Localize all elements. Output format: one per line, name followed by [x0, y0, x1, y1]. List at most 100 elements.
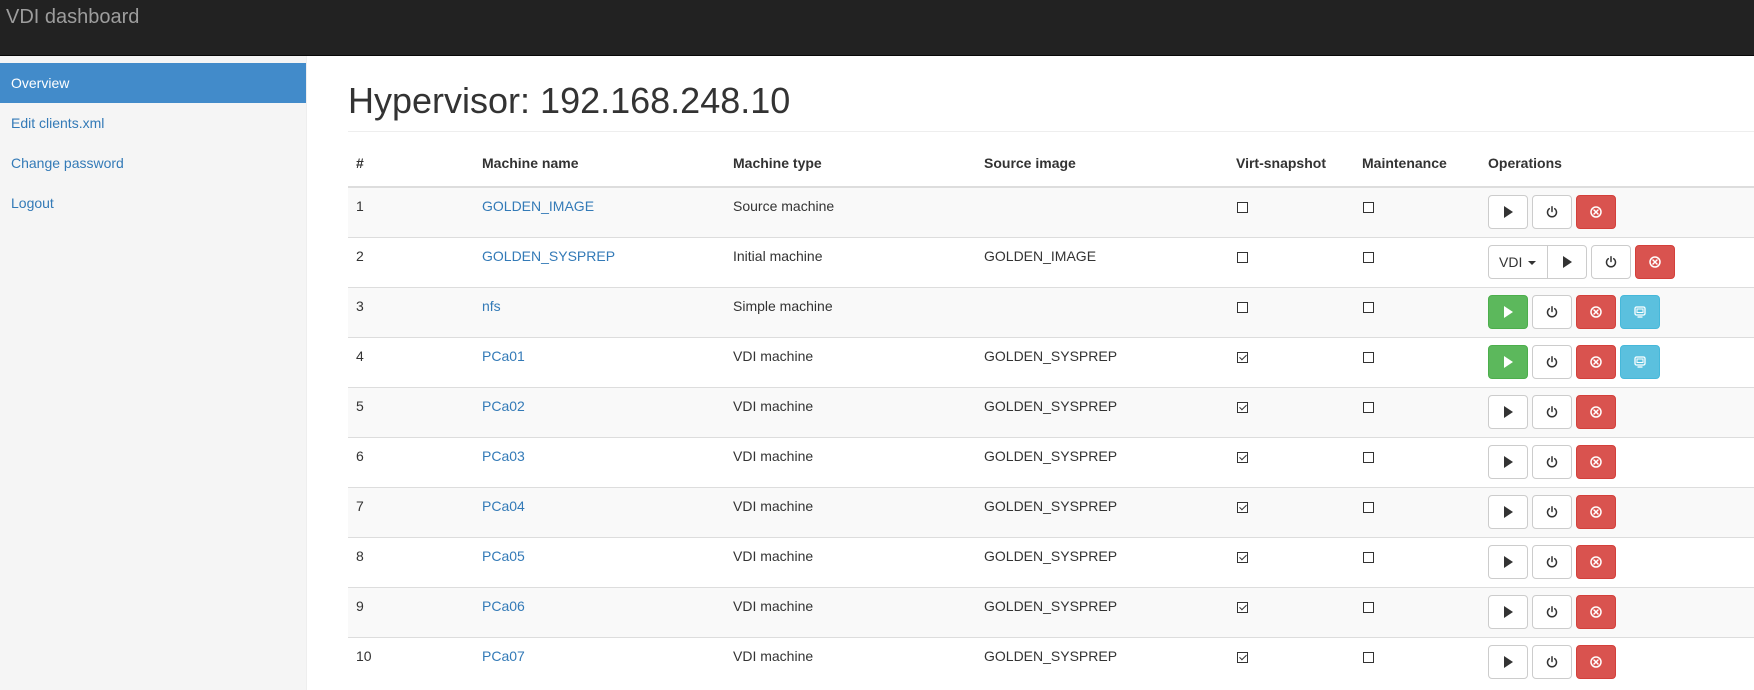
machine-name-link[interactable]: PCa02 — [482, 398, 525, 414]
row-number: 3 — [348, 286, 474, 337]
machine-type-dropdown[interactable]: VDI — [1488, 244, 1548, 279]
machine-name-link[interactable]: GOLDEN_SYSPREP — [482, 248, 615, 264]
shutdown-button[interactable] — [1591, 244, 1631, 279]
console-button[interactable] — [1620, 294, 1660, 329]
machine-name-link[interactable]: PCa03 — [482, 448, 525, 464]
start-button[interactable] — [1488, 494, 1528, 529]
page-title: Hypervisor: 192.168.248.10 — [348, 80, 791, 121]
virt-snapshot-checkbox[interactable] — [1237, 351, 1248, 363]
destroy-button[interactable] — [1576, 544, 1616, 579]
operations-group: VDI — [1488, 244, 1754, 279]
operations-group — [1488, 195, 1754, 229]
console-button[interactable] — [1620, 344, 1660, 379]
table-row: 1 GOLDEN_IMAGE Source machine — [348, 186, 1754, 237]
column-header-maintenance: Maintenance — [1354, 140, 1480, 188]
maintenance-cell — [1354, 236, 1480, 287]
destroy-button[interactable] — [1576, 444, 1616, 479]
machine-name-cell: PCa04 — [474, 486, 725, 537]
machine-name-link[interactable]: PCa04 — [482, 498, 525, 514]
maintenance-checkbox[interactable] — [1363, 251, 1374, 263]
row-number: 7 — [348, 486, 474, 537]
maintenance-checkbox[interactable] — [1363, 351, 1374, 363]
maintenance-checkbox[interactable] — [1363, 651, 1374, 663]
maintenance-cell — [1354, 536, 1480, 587]
start-button[interactable] — [1547, 244, 1587, 279]
destroy-button[interactable] — [1576, 644, 1616, 679]
shutdown-button[interactable] — [1532, 544, 1572, 579]
source-image-cell: GOLDEN_SYSPREP — [976, 436, 1228, 487]
table-row: 6 PCa03 VDI machine GOLDEN_SYSPREP — [348, 436, 1754, 487]
sidebar-item-logout[interactable]: Logout — [0, 183, 306, 223]
sidebar-item-edit-clients[interactable]: Edit clients.xml — [0, 103, 306, 143]
virt-snapshot-checkbox[interactable] — [1237, 501, 1248, 513]
maintenance-cell — [1354, 486, 1480, 537]
machines-table: # Machine name Machine type Source image… — [348, 140, 1754, 687]
start-button[interactable] — [1488, 594, 1528, 629]
brand-title[interactable]: VDI dashboard — [6, 7, 139, 27]
virt-snapshot-checkbox[interactable] — [1237, 202, 1248, 213]
virt-snapshot-cell — [1228, 336, 1354, 387]
row-number: 1 — [348, 186, 474, 237]
shutdown-button[interactable] — [1532, 294, 1572, 329]
virt-snapshot-checkbox[interactable] — [1237, 651, 1248, 663]
source-image-cell: GOLDEN_SYSPREP — [976, 386, 1228, 437]
operations-group — [1488, 444, 1754, 479]
machine-name-cell: PCa02 — [474, 386, 725, 437]
maintenance-checkbox[interactable] — [1363, 401, 1374, 413]
machine-type-cell: Source machine — [725, 186, 976, 237]
shutdown-button[interactable] — [1532, 644, 1572, 679]
machine-name-link[interactable]: nfs — [482, 298, 501, 314]
operations-group — [1488, 544, 1754, 579]
maintenance-cell — [1354, 186, 1480, 237]
virt-snapshot-checkbox[interactable] — [1237, 251, 1248, 263]
start-button[interactable] — [1488, 195, 1528, 229]
machine-name-link[interactable]: PCa05 — [482, 548, 525, 564]
destroy-button[interactable] — [1576, 394, 1616, 429]
title-divider — [348, 131, 1754, 132]
shutdown-button[interactable] — [1532, 494, 1572, 529]
table-row: 10 PCa07 VDI machine GOLDEN_SYSPREP — [348, 636, 1754, 687]
sidebar-item-change-password[interactable]: Change password — [0, 143, 306, 183]
start-button[interactable] — [1488, 394, 1528, 429]
maintenance-checkbox[interactable] — [1363, 451, 1374, 463]
table-row: 7 PCa04 VDI machine GOLDEN_SYSPREP — [348, 486, 1754, 537]
maintenance-checkbox[interactable] — [1363, 301, 1374, 313]
machine-name-link[interactable]: PCa07 — [482, 648, 525, 664]
virt-snapshot-checkbox[interactable] — [1237, 601, 1248, 613]
maintenance-checkbox[interactable] — [1363, 501, 1374, 513]
destroy-button[interactable] — [1576, 195, 1616, 229]
virt-snapshot-checkbox[interactable] — [1237, 551, 1248, 563]
destroy-button[interactable] — [1576, 594, 1616, 629]
machine-type-cell: VDI machine — [725, 636, 976, 687]
destroy-button[interactable] — [1576, 344, 1616, 379]
shutdown-button[interactable] — [1532, 594, 1572, 629]
maintenance-checkbox[interactable] — [1363, 202, 1374, 213]
virt-snapshot-cell — [1228, 586, 1354, 637]
machine-name-link[interactable]: PCa01 — [482, 348, 525, 364]
table-row: 2 GOLDEN_SYSPREP Initial machine GOLDEN_IMA… — [348, 236, 1754, 287]
virt-snapshot-checkbox[interactable] — [1237, 401, 1248, 413]
shutdown-button[interactable] — [1532, 394, 1572, 429]
start-button[interactable] — [1488, 444, 1528, 479]
destroy-button[interactable] — [1576, 494, 1616, 529]
machine-type-cell: VDI machine — [725, 586, 976, 637]
operations-cell — [1480, 536, 1754, 587]
virt-snapshot-checkbox[interactable] — [1237, 451, 1248, 463]
destroy-button[interactable] — [1576, 294, 1616, 329]
start-button[interactable] — [1488, 544, 1528, 579]
virt-snapshot-checkbox[interactable] — [1237, 301, 1248, 313]
start-button[interactable] — [1488, 644, 1528, 679]
maintenance-checkbox[interactable] — [1363, 551, 1374, 563]
operations-cell — [1480, 186, 1754, 237]
shutdown-button[interactable] — [1532, 444, 1572, 479]
maintenance-checkbox[interactable] — [1363, 601, 1374, 613]
start-button[interactable] — [1488, 344, 1528, 379]
destroy-button[interactable] — [1635, 244, 1675, 279]
shutdown-button[interactable] — [1532, 195, 1572, 229]
machine-name-link[interactable]: GOLDEN_IMAGE — [482, 198, 594, 214]
shutdown-button[interactable] — [1532, 344, 1572, 379]
sidebar-item-overview[interactable]: Overview — [0, 63, 306, 103]
machine-name-cell: GOLDEN_SYSPREP — [474, 236, 725, 287]
machine-name-link[interactable]: PCa06 — [482, 598, 525, 614]
start-button[interactable] — [1488, 294, 1528, 329]
